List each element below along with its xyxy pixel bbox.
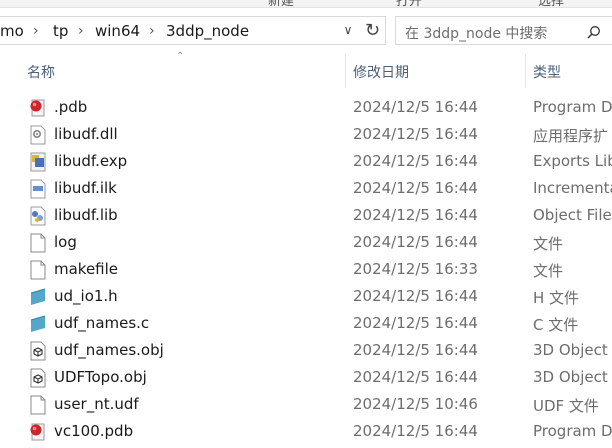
file-name[interactable]: libudf.dll: [54, 125, 118, 143]
refresh-icon[interactable]: ↻: [359, 16, 386, 45]
file-name[interactable]: makefile: [54, 260, 118, 278]
dll-icon: [29, 125, 47, 145]
search-input[interactable]: 在 3ddp_node 中搜索: [395, 16, 612, 45]
file-row[interactable]: .pdb 2024/12/5 16:44 Program D: [0, 94, 612, 121]
file-modified-date: 2024/12/5 16:44: [353, 125, 478, 143]
file-modified-date: 2024/12/5 16:44: [353, 179, 478, 197]
ribbon-open[interactable]: 打开: [396, 0, 422, 7]
file-name[interactable]: udf_names.c: [54, 314, 149, 332]
pdb-icon: [29, 98, 47, 118]
file-type: Program D: [533, 98, 612, 116]
file-modified-date: 2024/12/5 16:44: [353, 368, 478, 386]
column-type[interactable]: 类型: [533, 62, 561, 82]
obj-icon: [29, 341, 47, 361]
file-row[interactable]: libudf.ilk 2024/12/5 16:44 Incrementa: [0, 175, 612, 202]
file-type: Incrementa: [533, 179, 612, 197]
c-file-icon: [29, 314, 47, 334]
file-row[interactable]: libudf.lib 2024/12/5 16:44 Object File: [0, 202, 612, 229]
blank-file-icon: [29, 260, 47, 280]
lib-icon: [29, 206, 47, 226]
file-name[interactable]: .pdb: [54, 98, 87, 116]
file-row[interactable]: log 2024/12/5 16:44 文件: [0, 229, 612, 256]
search-icon[interactable]: [587, 25, 601, 39]
file-type: H 文件: [533, 289, 580, 307]
column-divider[interactable]: [345, 54, 346, 88]
breadcrumb-3ddp-node[interactable]: 3ddp_node: [166, 22, 249, 40]
file-type: Program D: [533, 422, 612, 440]
exp-icon: [29, 152, 47, 172]
breadcrumb-tp[interactable]: tp: [53, 22, 68, 40]
search-placeholder: 在 3ddp_node 中搜索: [405, 26, 548, 42]
ribbon-new[interactable]: 新建: [268, 0, 294, 7]
file-type: 3D Object: [533, 368, 608, 386]
file-row[interactable]: udf_names.obj 2024/12/5 16:44 3D Object: [0, 337, 612, 364]
ilk-icon: [29, 179, 47, 199]
file-row[interactable]: user_nt.udf 2024/12/5 10:46 UDF 文件: [0, 391, 612, 418]
file-type: 文件: [533, 262, 564, 280]
file-modified-date: 2024/12/5 16:33: [353, 260, 478, 278]
file-name[interactable]: UDFTopo.obj: [54, 368, 147, 386]
file-row[interactable]: makefile 2024/12/5 16:33 文件: [0, 256, 612, 283]
file-modified-date: 2024/12/5 16:44: [353, 422, 478, 440]
file-modified-date: 2024/12/5 16:44: [353, 206, 478, 224]
column-header: ⌃ 名称 修改日期 类型: [0, 51, 612, 88]
file-type: 文件: [533, 235, 564, 253]
blank-file-icon: [29, 395, 47, 415]
file-modified-date: 2024/12/5 16:44: [353, 98, 478, 116]
column-name[interactable]: 名称: [27, 62, 55, 82]
file-modified-date: 2024/12/5 16:44: [353, 287, 478, 305]
file-type: Exports Lib: [533, 152, 612, 170]
address-dropdown-icon[interactable]: ∨: [339, 16, 357, 45]
file-row[interactable]: ud_io1.h 2024/12/5 16:44 H 文件: [0, 283, 612, 310]
column-date[interactable]: 修改日期: [353, 62, 409, 82]
file-name[interactable]: user_nt.udf: [54, 395, 139, 413]
file-row[interactable]: UDFTopo.obj 2024/12/5 16:44 3D Object: [0, 364, 612, 391]
file-name[interactable]: log: [54, 233, 77, 251]
breadcrumb-separator[interactable]: ›: [149, 23, 155, 39]
file-name[interactable]: libudf.exp: [54, 152, 127, 170]
file-row[interactable]: libudf.dll 2024/12/5 16:44 应用程序扩: [0, 121, 612, 148]
breadcrumb-mo[interactable]: mo: [0, 22, 24, 40]
pdb-icon: [29, 422, 47, 442]
sort-ascending-icon: ⌃: [176, 51, 185, 62]
file-name[interactable]: vc100.pdb: [54, 422, 133, 440]
ribbon-select[interactable]: 选择: [538, 0, 564, 7]
column-divider[interactable]: [525, 54, 526, 88]
file-type: Object File: [533, 206, 612, 224]
file-modified-date: 2024/12/5 10:46: [353, 395, 478, 413]
file-row[interactable]: udf_names.c 2024/12/5 16:44 C 文件: [0, 310, 612, 337]
file-modified-date: 2024/12/5 16:44: [353, 152, 478, 170]
file-name[interactable]: libudf.lib: [54, 206, 118, 224]
file-modified-date: 2024/12/5 16:44: [353, 233, 478, 251]
file-type: 应用程序扩: [533, 127, 609, 145]
file-name[interactable]: libudf.ilk: [54, 179, 117, 197]
obj-icon: [29, 368, 47, 388]
file-row[interactable]: libudf.exp 2024/12/5 16:44 Exports Lib: [0, 148, 612, 175]
file-row[interactable]: vc100.pdb 2024/12/5 16:44 Program D: [0, 418, 612, 445]
blank-file-icon: [29, 233, 47, 253]
file-name[interactable]: ud_io1.h: [54, 287, 118, 305]
breadcrumb-separator[interactable]: ›: [33, 23, 39, 39]
file-type: C 文件: [533, 316, 579, 334]
file-modified-date: 2024/12/5 16:44: [353, 314, 478, 332]
file-name[interactable]: udf_names.obj: [54, 341, 164, 359]
header-file-icon: [29, 287, 47, 307]
file-type: 3D Object: [533, 341, 608, 359]
file-type: UDF 文件: [533, 397, 599, 415]
breadcrumb-win64[interactable]: win64: [95, 22, 140, 40]
breadcrumb-separator[interactable]: ›: [78, 23, 84, 39]
file-modified-date: 2024/12/5 16:44: [353, 341, 478, 359]
address-bar[interactable]: mo › tp › win64 › 3ddp_node: [0, 16, 386, 45]
ribbon-strip: 新建 打开 选择: [0, 0, 612, 8]
